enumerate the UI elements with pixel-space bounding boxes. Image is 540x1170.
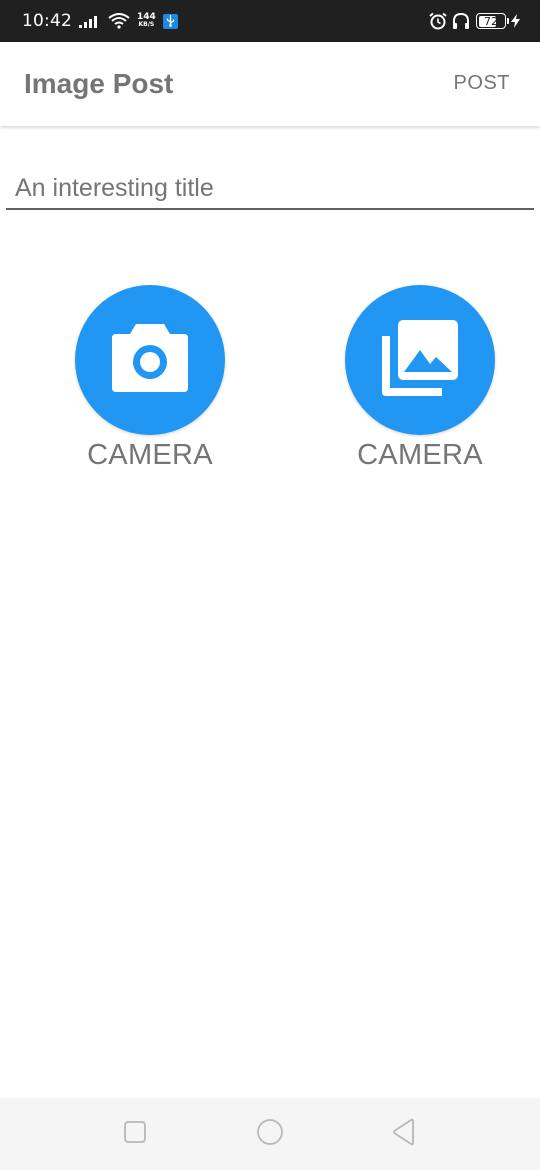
alarm-icon (429, 12, 447, 30)
net-speed-value: 144 (137, 12, 156, 22)
net-speed: 144 KB/S (137, 13, 156, 29)
gallery-button[interactable]: CAMERA (320, 285, 520, 472)
nav-bar (0, 1098, 540, 1170)
net-speed-unit: KB/S (138, 21, 155, 28)
usb-icon (162, 13, 178, 29)
photo-library-icon (382, 319, 458, 401)
home-icon (256, 1118, 284, 1151)
signal-icon (79, 14, 101, 28)
gallery-circle[interactable] (345, 285, 495, 435)
post-button[interactable]: POST (454, 72, 510, 95)
status-left: 10:42 144 KB/S (22, 0, 178, 42)
app-bar: Image Post POST (0, 42, 540, 126)
gallery-label: CAMERA (357, 439, 483, 471)
status-time: 10:42 (22, 11, 72, 31)
camera-label: CAMERA (87, 439, 213, 471)
recents-icon (123, 1120, 147, 1149)
back-icon (391, 1118, 417, 1151)
battery-icon: 72 (476, 13, 509, 29)
charging-icon (511, 14, 520, 28)
wifi-icon (108, 13, 130, 29)
recents-button[interactable] (119, 1118, 151, 1150)
camera-circle[interactable] (75, 285, 225, 435)
page-title: Image Post (24, 68, 174, 99)
battery-level: 72 (484, 14, 498, 28)
title-input[interactable] (6, 168, 534, 210)
back-button[interactable] (388, 1118, 420, 1150)
camera-icon (112, 323, 188, 397)
home-button[interactable] (254, 1118, 286, 1150)
headphones-icon (452, 12, 470, 30)
status-right: 72 (424, 0, 520, 42)
camera-button[interactable]: CAMERA (50, 285, 250, 472)
status-bar: 10:42 144 KB/S 72 (0, 0, 540, 42)
